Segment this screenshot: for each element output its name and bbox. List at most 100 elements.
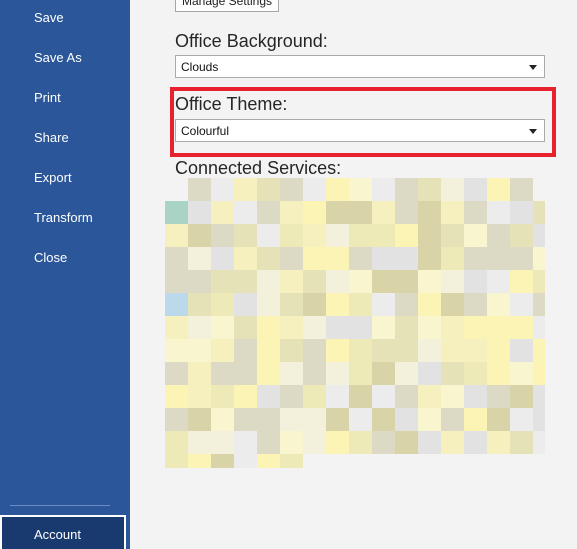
office-background-label: Office Background: bbox=[175, 31, 328, 51]
pixel-block bbox=[303, 316, 326, 339]
pixel-block bbox=[487, 316, 510, 339]
pixel-block bbox=[510, 408, 533, 431]
pixel-block bbox=[533, 247, 545, 270]
pixel-block bbox=[510, 316, 533, 339]
sidebar-item-export[interactable]: Export bbox=[34, 170, 72, 186]
pixel-block bbox=[464, 385, 487, 408]
pixel-block bbox=[257, 178, 280, 201]
pixel-block bbox=[510, 385, 533, 408]
pixel-block bbox=[234, 385, 257, 408]
pixel-block bbox=[418, 316, 441, 339]
pixel-block bbox=[188, 431, 211, 454]
sidebar-item-save[interactable]: Save bbox=[34, 10, 64, 26]
office-background-dropdown[interactable]: Clouds bbox=[175, 55, 545, 78]
sidebar-item-transform[interactable]: Transform bbox=[34, 210, 93, 226]
pixel-block bbox=[395, 385, 418, 408]
pixel-block bbox=[280, 224, 303, 247]
pixel-block bbox=[211, 454, 234, 468]
pixel-block bbox=[234, 408, 257, 431]
pixel-block bbox=[418, 339, 441, 362]
pixel-block bbox=[188, 385, 211, 408]
pixel-block bbox=[464, 293, 487, 316]
pixel-block bbox=[533, 362, 545, 385]
pixel-block bbox=[372, 385, 395, 408]
office-theme-value: Colourful bbox=[181, 124, 230, 138]
pixel-block bbox=[349, 178, 372, 201]
sidebar-item-close[interactable]: Close bbox=[34, 250, 67, 266]
pixel-block bbox=[326, 201, 349, 224]
pixel-block bbox=[326, 385, 349, 408]
pixel-block bbox=[464, 178, 487, 201]
pixel-block bbox=[188, 293, 211, 316]
pixel-block bbox=[418, 201, 441, 224]
pixel-block bbox=[372, 201, 395, 224]
pixel-block bbox=[349, 316, 372, 339]
pixel-block bbox=[165, 293, 188, 316]
pixel-block bbox=[211, 385, 234, 408]
connected-services-label: Connected Services: bbox=[175, 158, 342, 178]
pixel-block bbox=[234, 362, 257, 385]
pixel-block bbox=[280, 178, 303, 201]
pixel-block bbox=[211, 201, 234, 224]
office-theme-dropdown[interactable]: Colourful bbox=[175, 119, 545, 142]
pixel-block bbox=[487, 247, 510, 270]
pixel-block bbox=[234, 201, 257, 224]
pixel-block bbox=[188, 454, 211, 468]
pixel-block bbox=[464, 316, 487, 339]
pixel-block bbox=[395, 431, 418, 454]
pixel-block bbox=[372, 270, 395, 293]
pixel-block bbox=[464, 408, 487, 431]
pixel-block bbox=[280, 385, 303, 408]
sidebar-item-save-as[interactable]: Save As bbox=[34, 50, 82, 66]
pixel-block bbox=[349, 362, 372, 385]
pixel-block bbox=[510, 178, 533, 201]
pixel-block bbox=[211, 178, 234, 201]
pixel-block bbox=[257, 247, 280, 270]
pixel-block bbox=[487, 385, 510, 408]
pixel-block bbox=[211, 224, 234, 247]
sidebar-item-account[interactable]: Account bbox=[0, 515, 126, 549]
pixel-block bbox=[395, 178, 418, 201]
sidebar-item-print[interactable]: Print bbox=[34, 90, 61, 106]
pixel-block bbox=[257, 201, 280, 224]
pixel-block bbox=[188, 362, 211, 385]
pixel-block bbox=[326, 362, 349, 385]
pixel-block bbox=[188, 339, 211, 362]
pixel-block bbox=[441, 270, 464, 293]
pixel-block bbox=[257, 270, 280, 293]
pixel-block bbox=[211, 247, 234, 270]
pixel-block bbox=[326, 270, 349, 293]
pixel-block bbox=[165, 385, 188, 408]
pixel-block bbox=[395, 362, 418, 385]
pixel-block bbox=[303, 408, 326, 431]
pixel-block bbox=[441, 247, 464, 270]
pixel-block bbox=[372, 247, 395, 270]
pixel-block bbox=[510, 339, 533, 362]
pixel-block bbox=[280, 362, 303, 385]
pixel-block bbox=[372, 178, 395, 201]
pixel-block bbox=[165, 431, 188, 454]
pixel-block bbox=[280, 454, 303, 468]
pixel-block bbox=[349, 201, 372, 224]
pixel-block bbox=[372, 431, 395, 454]
pixel-block bbox=[372, 339, 395, 362]
pixel-block bbox=[372, 362, 395, 385]
pixel-block bbox=[418, 431, 441, 454]
pixel-block bbox=[234, 293, 257, 316]
pixel-block bbox=[257, 431, 280, 454]
pixel-block bbox=[280, 339, 303, 362]
pixel-block bbox=[441, 408, 464, 431]
pixel-block bbox=[326, 408, 349, 431]
pixel-block bbox=[326, 178, 349, 201]
pixel-block bbox=[395, 224, 418, 247]
pixel-block bbox=[165, 270, 188, 293]
pixel-block bbox=[464, 201, 487, 224]
pixel-block bbox=[280, 201, 303, 224]
pixel-block bbox=[211, 316, 234, 339]
pixel-block bbox=[464, 362, 487, 385]
manage-settings-button[interactable]: Manage Settings bbox=[175, 0, 279, 12]
pixel-block bbox=[349, 431, 372, 454]
sidebar-item-share[interactable]: Share bbox=[34, 130, 69, 146]
connected-services-pixelated bbox=[165, 178, 545, 468]
pixel-block bbox=[211, 293, 234, 316]
